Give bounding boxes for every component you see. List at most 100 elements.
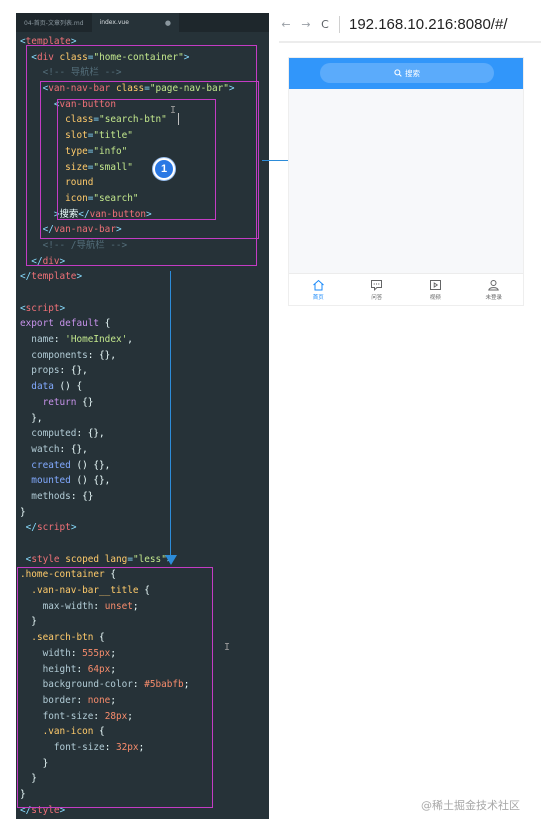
code-token: ; xyxy=(110,694,116,706)
user-icon xyxy=(488,279,500,290)
code-token: background-color xyxy=(42,679,133,691)
code-token: > xyxy=(146,208,152,220)
forward-icon[interactable]: → xyxy=(299,18,313,31)
code-line: </van-nav-bar> xyxy=(16,222,269,238)
code-token: class xyxy=(115,83,145,95)
code-token: </ xyxy=(78,208,90,220)
code-line: .van-nav-bar__title { xyxy=(16,583,269,599)
watermark: @稀土掘金技术社区 xyxy=(421,799,520,812)
code-token: > xyxy=(70,522,77,534)
code-token: { xyxy=(93,632,105,644)
address-bar-url[interactable]: 192.168.10.216:8080/#/ xyxy=(349,16,507,33)
address-bar-divider xyxy=(339,16,340,33)
code-token: : {}, xyxy=(76,428,105,440)
code-line: <van-nav-bar class="page-nav-bar"> xyxy=(16,81,269,97)
code-line: .search-btn { xyxy=(16,630,269,646)
editor-tab-label: index.vue xyxy=(99,19,129,26)
code-line: max-width: unset; xyxy=(16,599,269,615)
ibeam-cursor-icon-2: I xyxy=(224,642,231,653)
code-line: } xyxy=(16,505,269,521)
code-token: font-size xyxy=(42,710,94,722)
code-line: return {} xyxy=(16,395,269,411)
tab-profile[interactable]: 未登录 xyxy=(465,274,524,305)
home-icon xyxy=(312,279,324,290)
code-token: slot xyxy=(65,130,88,142)
code-line: font-size: 32px; xyxy=(16,740,269,756)
code-token: return xyxy=(42,396,77,408)
code-token: </ xyxy=(42,224,54,236)
code-line: >搜索</van-button> xyxy=(16,207,269,223)
code-token: created xyxy=(31,459,71,471)
code-token: () { xyxy=(53,381,83,393)
code-token: : xyxy=(93,710,105,722)
code-token: "info" xyxy=(93,145,128,157)
code-area[interactable]: <template> <div class="home-container"> … xyxy=(16,34,269,818)
code-token: scoped xyxy=(65,553,100,565)
code-token: "search-btn" xyxy=(99,114,167,126)
code-token: div xyxy=(36,51,54,63)
code-token: () {}, xyxy=(70,475,111,487)
code-line: export default { xyxy=(16,316,269,332)
code-token: : {}, xyxy=(87,349,116,361)
code-line: methods: {} xyxy=(16,489,269,505)
code-line: width: 555px; xyxy=(16,646,269,662)
back-icon[interactable]: ← xyxy=(279,18,293,31)
code-token: {} xyxy=(76,396,94,408)
code-token: script xyxy=(36,522,71,534)
tab-video[interactable]: 视频 xyxy=(406,274,465,305)
code-token: font-size xyxy=(53,741,105,753)
code-token: size xyxy=(65,161,88,173)
code-line: size="small" xyxy=(16,160,269,176)
tab-home[interactable]: 首页 xyxy=(289,274,348,305)
code-line: computed: {}, xyxy=(16,426,269,442)
code-token: 64px xyxy=(87,663,111,675)
code-token: <!-- /导航栏 --> xyxy=(42,239,128,251)
search-button[interactable]: 搜索 xyxy=(320,63,494,83)
code-editor[interactable]: 04-首页-文章列表.md index.vue ● <template> <di… xyxy=(16,13,269,819)
code-line: } xyxy=(16,787,269,803)
code-line: type="info" xyxy=(16,144,269,160)
code-token: > xyxy=(76,271,83,283)
code-line: mounted () {}, xyxy=(16,473,269,489)
code-token: : xyxy=(132,679,145,691)
code-token: #5babfb xyxy=(144,679,184,691)
ibeam-cursor-icon: I xyxy=(170,105,177,116)
code-line: </script> xyxy=(16,520,269,536)
code-token: </ xyxy=(31,255,43,267)
code-token: "small" xyxy=(93,161,133,173)
editor-tab-index-vue[interactable]: index.vue ● xyxy=(91,13,180,32)
code-token: : xyxy=(104,741,116,753)
code-token: unset xyxy=(104,600,133,612)
code-token: "page-nav-bar" xyxy=(149,83,229,95)
code-token: "search" xyxy=(93,192,139,204)
code-token: }, xyxy=(20,412,43,424)
code-token: van-nav-bar xyxy=(48,83,111,95)
code-token: } xyxy=(20,789,26,800)
code-token: components xyxy=(31,349,88,361)
code-line: font-size: 28px; xyxy=(16,709,269,725)
code-line: background-color: #5babfb; xyxy=(16,677,269,693)
reload-icon[interactable]: C xyxy=(318,18,332,31)
editor-tab-markdown[interactable]: 04-首页-文章列表.md xyxy=(16,13,92,32)
tab-qa[interactable]: 问答 xyxy=(348,274,407,305)
code-line: <!-- /导航栏 --> xyxy=(16,238,269,254)
code-token: class xyxy=(59,51,88,63)
code-token: round xyxy=(65,177,94,189)
code-token: max-width xyxy=(42,600,94,612)
code-token: : xyxy=(53,334,66,346)
code-token: 555px xyxy=(82,647,111,659)
code-token: .van-icon xyxy=(42,726,94,738)
code-token: .search-btn xyxy=(31,632,94,644)
